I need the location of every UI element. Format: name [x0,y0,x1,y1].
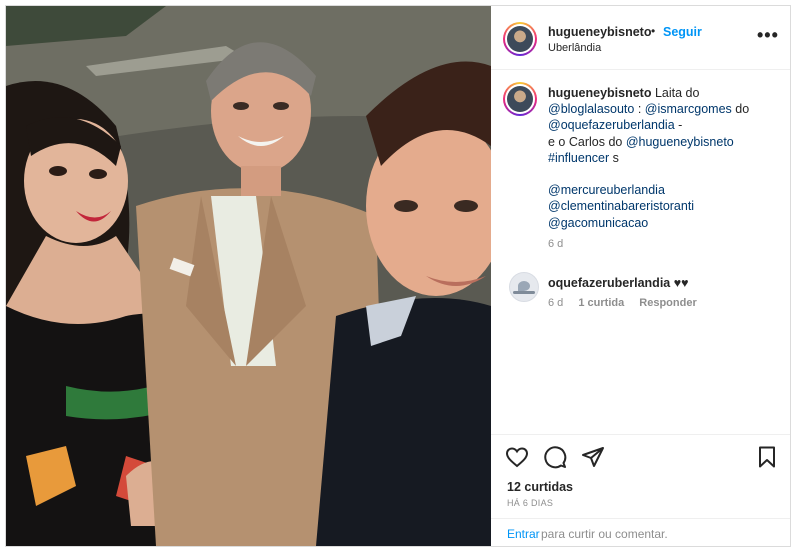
selfie-illustration [6,6,491,546]
action-bar [491,434,790,480]
comment-likes[interactable]: 1 curtida [578,297,624,309]
caption-avatar[interactable] [503,82,537,116]
mention-oquefazeruberlandia[interactable]: @oquefazeruberlandia [548,118,675,132]
login-prompt-text: para curtir ou comentar. [541,527,668,541]
separator-dot: • [651,24,656,38]
comment-icon[interactable] [543,445,567,469]
login-link[interactable]: Entrar [507,527,540,541]
caption-text: hugueneybisneto Laita do @bloglalasouto … [548,85,780,252]
mention-clementinabareristoranti[interactable]: @clementinabareristoranti [548,199,694,213]
comment-item: oquefazeruberlandia ♥♥ 6 d 1 curtida Res… [503,272,783,312]
caption-tag-suffix: s [609,150,619,165]
comment-login-bar: Entrar para curtir ou comentar. [491,518,790,546]
heart-icon[interactable] [505,445,529,469]
mention-hugueneybisneto[interactable]: @hugueneybisneto [626,135,734,149]
commenter-username[interactable]: oquefazeruberlandia [548,276,670,290]
caption-time[interactable]: 6 d [548,238,563,250]
comment-body: ♥♥ [670,276,689,290]
posted-ago: HÁ 6 DIAS [507,498,554,508]
caption-username[interactable]: hugueneybisneto [548,86,651,100]
caption-line4: e o Carlos do [548,134,626,149]
author-username[interactable]: hugueneybisneto [548,25,651,39]
post-location[interactable]: Uberlândia [548,42,601,54]
caption-dash: - [674,118,683,133]
author-avatar[interactable] [503,22,537,56]
mention-gacomunicacao[interactable]: @gacomunicacao [548,216,648,230]
mention-bloglalasouto[interactable]: @bloglalasouto [548,102,634,116]
comment-time[interactable]: 6 d [548,297,563,309]
bookmark-icon[interactable] [755,445,779,469]
share-icon[interactable] [581,445,605,469]
likes-count[interactable]: 12 curtidas [507,480,573,494]
caption-do: do [731,102,750,117]
mention-ismarcgomes[interactable]: @ismarcgomes [645,102,732,116]
hashtag-influencer[interactable]: #influencer [548,151,609,165]
instagram-post: hugueneybisneto • Seguir Uberlândia ••• … [5,5,791,547]
comment-text: oquefazeruberlandia ♥♥ [548,276,689,290]
post-side-panel: hugueneybisneto • Seguir Uberlândia ••• … [491,6,790,546]
follow-button[interactable]: Seguir [663,25,702,39]
mention-mercureuberlandia[interactable]: @mercureuberlandia [548,183,665,197]
caption-line1: Laita do [651,86,700,100]
comment-meta: 6 d 1 curtida Responder [548,297,709,309]
commenter-avatar[interactable] [509,272,539,302]
caption-sep: : [634,102,645,117]
post-header: hugueneybisneto • Seguir Uberlândia ••• [491,6,790,70]
more-options-icon[interactable]: ••• [757,26,779,44]
reply-button[interactable]: Responder [639,297,696,309]
post-photo[interactable] [6,6,491,546]
